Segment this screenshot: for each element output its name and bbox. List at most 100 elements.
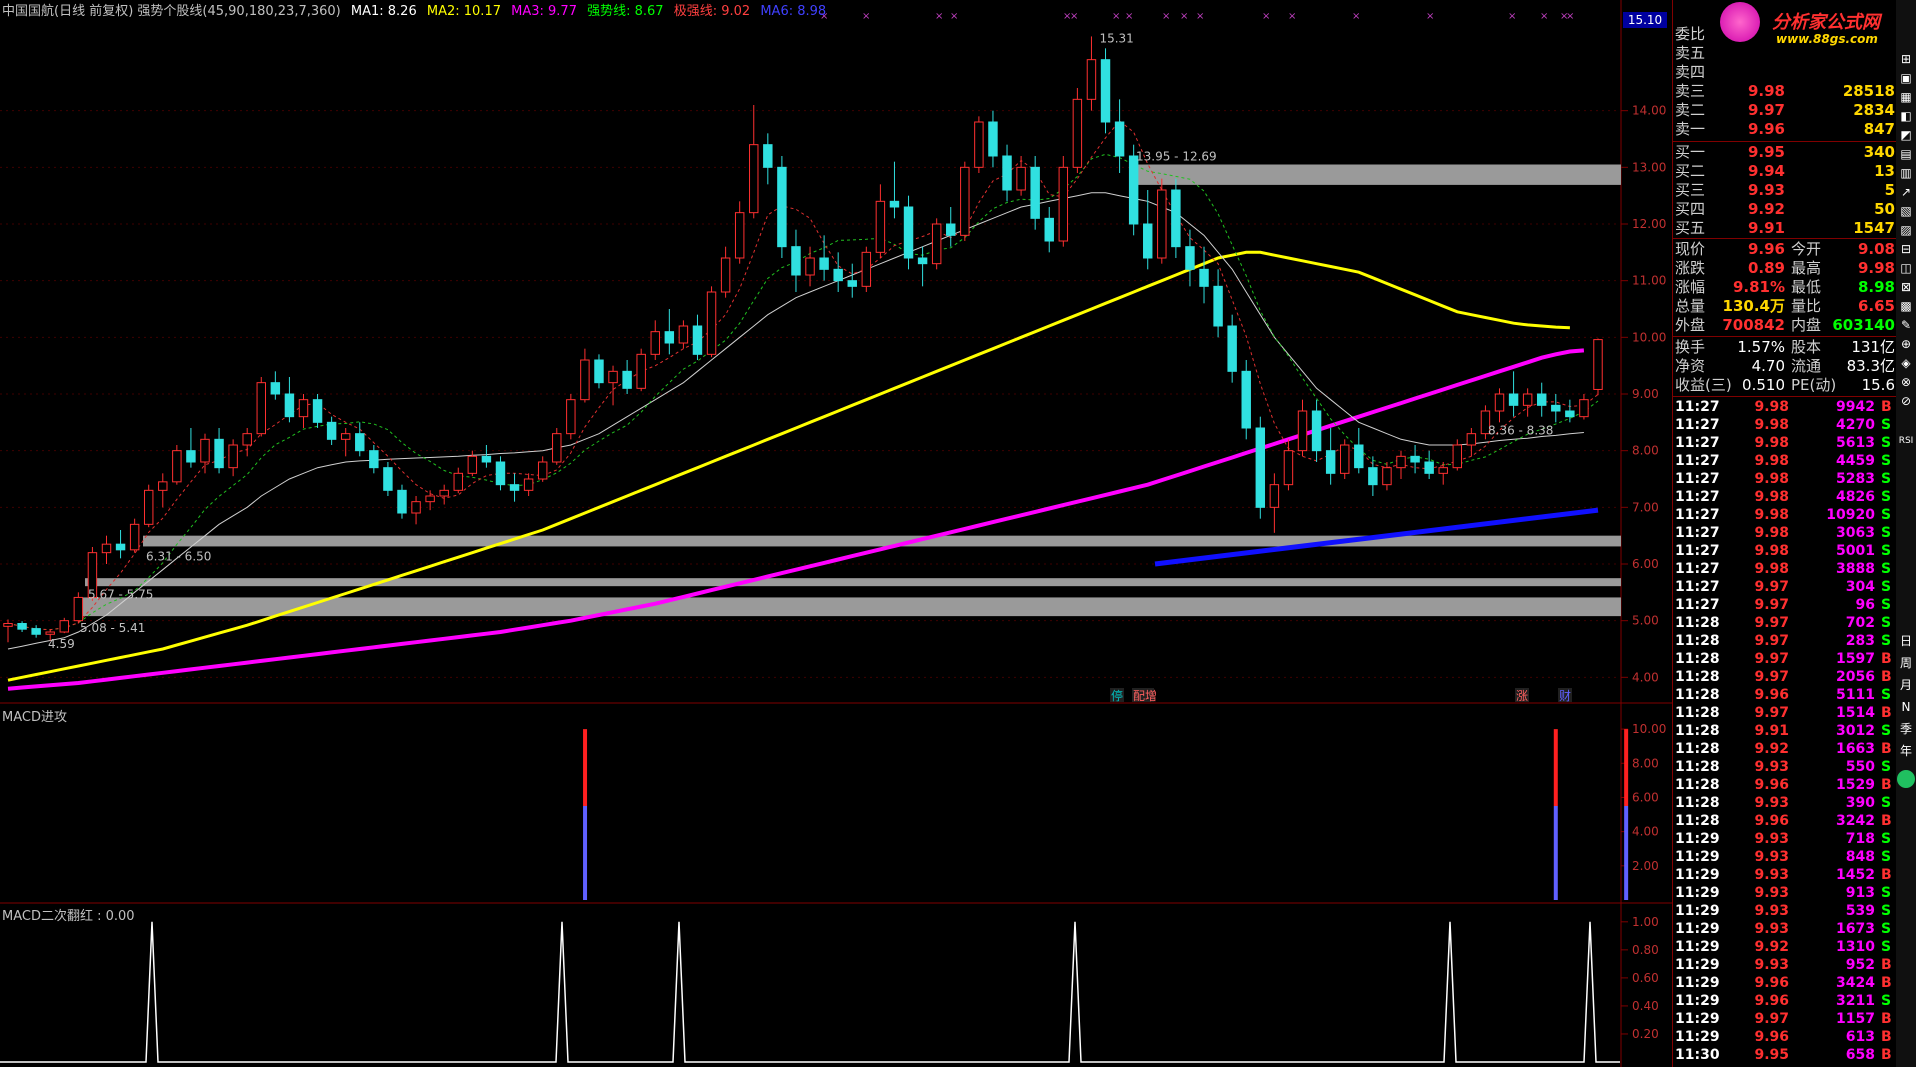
tick-price: 9.98: [1754, 561, 1789, 577]
quote-value: 9.81%: [1732, 278, 1785, 296]
candle-body: [678, 325, 689, 344]
quote-label: 涨跌: [1675, 259, 1706, 277]
period-button-0[interactable]: 日: [1897, 632, 1915, 650]
candle-body: [1044, 217, 1054, 242]
kline-chart[interactable]: 14.00 13.00 12.00 11.00 10.00 9.00 8.00 7.00 6.0…: [0, 0, 1672, 1067]
tick-row: 11:29 9.93 1673 S: [1673, 920, 1897, 938]
toolbar-tool-icon[interactable]: ↗: [1897, 183, 1915, 201]
quote-value-2: 9.98: [1857, 259, 1895, 277]
macd-tick-label: 4.00: [1632, 825, 1659, 839]
candle-body: [1536, 393, 1547, 406]
candle-body: [1227, 325, 1237, 372]
ask-volume: 847: [1863, 120, 1895, 138]
candle-body: [1410, 455, 1420, 463]
tick-time: 11:27: [1675, 561, 1720, 577]
fund-label-2: 股本: [1791, 338, 1822, 356]
top-marker: ×: [1426, 11, 1434, 22]
toolbar-tool-icon[interactable]: ⊞: [1897, 50, 1915, 68]
tick-price: 9.97: [1754, 633, 1789, 649]
tick-time: 11:28: [1675, 741, 1720, 757]
toolbar-tool-icon[interactable]: ◈: [1897, 354, 1915, 372]
period-button-5[interactable]: 年: [1897, 742, 1915, 760]
tick-volume: 1529: [1836, 777, 1875, 793]
tick-row: 11:29 9.92 1310 S: [1673, 938, 1897, 956]
tick-side: S: [1881, 579, 1892, 595]
toolbar-tool-icon[interactable]: ◩: [1897, 126, 1915, 144]
tick-time: 11:28: [1675, 705, 1720, 721]
candle-body: [664, 331, 675, 344]
price-tick-label: 8.00: [1632, 444, 1659, 458]
candle-body: [1157, 189, 1167, 259]
tick-time: 11:29: [1675, 939, 1720, 955]
ask-row: 卖三 9.98 28518: [1673, 82, 1897, 101]
candle-body: [833, 268, 843, 282]
tick-time: 11:27: [1675, 471, 1720, 487]
chart-area[interactable]: 14.00 13.00 12.00 11.00 10.00 9.00 8.00 7.00 6.0…: [0, 0, 1672, 1067]
candle-body: [340, 433, 351, 440]
tick-time: 11:28: [1675, 687, 1720, 703]
candle-body: [172, 450, 182, 483]
toolbar-tool-icon[interactable]: ◫: [1897, 259, 1915, 277]
site-logo: 分析家公式网 www.88gs.com: [1720, 0, 1896, 52]
tick-price: 9.97: [1754, 615, 1789, 631]
ma3-line: [7, 348, 1585, 691]
toolbar-tool-icon[interactable]: ▩: [1897, 297, 1915, 315]
ask-price: 9.96: [1747, 120, 1785, 138]
candle-body: [988, 121, 998, 157]
tick-side: B: [1881, 705, 1892, 721]
tick-side: S: [1881, 435, 1892, 451]
candle-body: [3, 623, 13, 627]
candle-body: [1213, 285, 1223, 327]
tick-row: 11:28 9.96 1529 B: [1673, 776, 1897, 794]
candle-body: [45, 631, 55, 635]
candle-body: [129, 523, 140, 551]
tick-volume: 2056: [1836, 669, 1875, 685]
tick-price: 9.98: [1754, 471, 1789, 487]
toolbar-tool-icon[interactable]: ⊗: [1897, 373, 1915, 391]
ask-row: 卖一 9.96 847: [1673, 120, 1897, 139]
zone1-annotation: 13.95 - 12.69: [1136, 150, 1217, 164]
candle-body: [537, 461, 548, 480]
period-button-4[interactable]: 季: [1897, 720, 1915, 738]
candle-body: [974, 121, 984, 168]
toolbar-tool-icon[interactable]: ◧: [1897, 107, 1915, 125]
candle-body: [1311, 410, 1322, 452]
tick-time: 11:29: [1675, 885, 1720, 901]
toolbar-tool-icon[interactable]: ⊠: [1897, 278, 1915, 296]
candle-body: [650, 331, 660, 355]
tick-price: 9.93: [1754, 795, 1789, 811]
period-button-1[interactable]: 周: [1897, 654, 1915, 672]
rsi-indicator-icon[interactable]: RSI: [1897, 432, 1915, 450]
period-button-2[interactable]: 月: [1897, 676, 1915, 694]
top-marker: ×: [1180, 11, 1188, 22]
tick-price: 9.93: [1754, 867, 1789, 883]
candle-body: [1565, 410, 1575, 418]
macd-tick-label: 10.00: [1632, 722, 1666, 736]
toolbar-tool-icon[interactable]: ⊕: [1897, 335, 1915, 353]
toolbar-tool-icon[interactable]: ▨: [1897, 221, 1915, 239]
period-button-3[interactable]: N: [1897, 698, 1915, 716]
tick-side: S: [1881, 561, 1892, 577]
candle-body: [622, 370, 632, 389]
candle-body: [1002, 155, 1012, 191]
toolbar-tool-icon[interactable]: ✎: [1897, 316, 1915, 334]
tick-volume: 658: [1845, 1047, 1875, 1063]
ask-label: 卖五: [1675, 44, 1706, 62]
toolbar-tool-icon[interactable]: ▧: [1897, 202, 1915, 220]
toolbar-tool-icon[interactable]: ▤: [1897, 145, 1915, 163]
tick-side: S: [1881, 759, 1892, 775]
refresh-icon[interactable]: [1897, 770, 1915, 788]
qsx-line: [7, 153, 1599, 631]
toolbar-tool-icon[interactable]: ⊟: [1897, 240, 1915, 258]
toolbar-tool-icon[interactable]: ▦: [1897, 88, 1915, 106]
toolbar-tool-icon[interactable]: ⊘: [1897, 392, 1915, 410]
toolbar-tool-icon[interactable]: ▣: [1897, 69, 1915, 87]
toolbar-tool-icon[interactable]: ▥: [1897, 164, 1915, 182]
fund-row: 净资 4.70 流通 83.3亿: [1673, 357, 1897, 376]
price-tick-label: 14.00: [1632, 104, 1666, 118]
tick-price: 9.98: [1754, 399, 1789, 415]
tick-volume: 539: [1845, 903, 1875, 919]
quote-value: 0.89: [1747, 259, 1785, 277]
tick-time: 11:28: [1675, 633, 1720, 649]
tick-time: 11:27: [1675, 435, 1720, 451]
